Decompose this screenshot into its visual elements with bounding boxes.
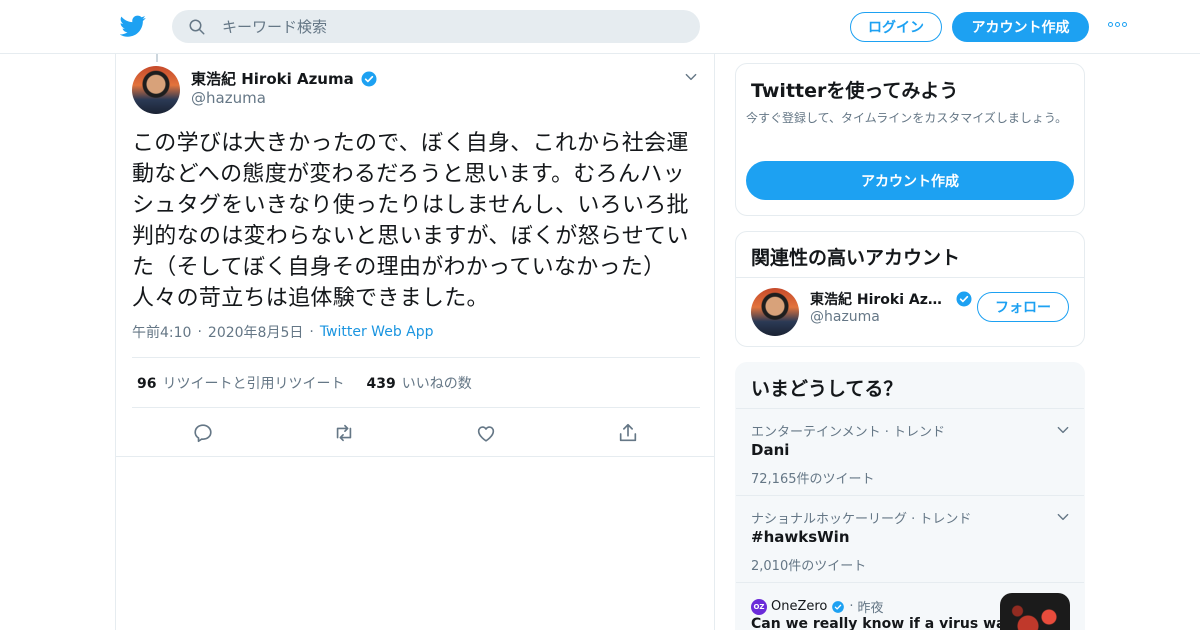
follow-button[interactable]: フォロー [977, 292, 1069, 322]
twitter-bird-icon[interactable] [120, 13, 146, 39]
like-label: いいねの数 [401, 375, 472, 392]
tweet-stats: 96 リツイートと引用リツイート 439 いいねの数 [132, 357, 700, 408]
tweet-action-bar [116, 408, 714, 457]
trends-card: いまどうしてる？ エンターテインメント · トレンド Dani 72,165件の… [735, 362, 1085, 630]
signup-card-title: Twitterを使ってみよう [751, 80, 959, 102]
related-account-handle[interactable]: @hazuma [810, 309, 880, 325]
retweet-label: リツイートと引用リツイート [162, 375, 345, 392]
news-time: 昨夜 [857, 601, 884, 616]
signup-card-subtitle: 今すぐ登録して、タイムラインをカスタマイズしましょう。 [746, 111, 1068, 125]
chevron-down-icon[interactable] [1056, 510, 1070, 524]
retweet-stat[interactable]: 96 リツイートと引用リツイート [137, 373, 344, 393]
meta-separator: · [197, 324, 202, 340]
signup-prompt-card: Twitterを使ってみよう 今すぐ登録して、タイムラインをカスタマイズしましょ… [735, 63, 1085, 216]
signup-card-button[interactable]: アカウント作成 [746, 161, 1074, 200]
tweet-metadata: 午前4:10 · 2020年8月5日 · Twitter Web App [132, 322, 434, 342]
trend-tweet-count: 72,165件のツイート [751, 472, 875, 487]
meta-separator: · [849, 599, 854, 614]
news-source-logo: OZ [751, 598, 767, 615]
retweet-count: 96 [137, 375, 157, 392]
news-source-name: OneZero [771, 599, 828, 614]
like-stat[interactable]: 439 いいねの数 [366, 373, 471, 393]
news-thumbnail [1000, 593, 1070, 630]
tweet-text: この学びは大きかったので、ぼく自身、これから社会運動などへの態度が変わるだろうと… [132, 131, 689, 311]
like-count: 439 [366, 375, 396, 392]
related-accounts-card: 関連性の高いアカウント 東浩紀 Hiroki Azuma @hazuma フォロ… [735, 231, 1085, 347]
related-account-name[interactable]: 東浩紀 Hiroki Azuma [810, 289, 950, 309]
trends-title: いまどうしてる？ [751, 378, 903, 400]
news-headline: Can we really know if a virus was [751, 616, 1014, 630]
tweet-detail-column: 東浩紀 Hiroki Azuma @hazuma この学びは大きかったので、ぼく… [115, 54, 715, 630]
signup-button[interactable]: アカウント作成 [952, 12, 1089, 42]
heart-icon[interactable] [475, 422, 497, 444]
more-options-icon[interactable] [1108, 22, 1127, 27]
chevron-down-icon[interactable] [684, 70, 698, 84]
tweet-source-app[interactable]: Twitter Web App [320, 324, 434, 340]
author-name-row: 東浩紀 Hiroki Azuma [191, 68, 378, 89]
trend-tweet-count: 2,010件のツイート [751, 559, 867, 574]
retweet-icon[interactable] [333, 422, 355, 444]
tweet-time[interactable]: 午前4:10 [132, 322, 191, 342]
trend-item[interactable]: ナショナルホッケーリーグ · トレンド #hawksWin 2,010件のツイー… [736, 495, 1084, 582]
author-handle[interactable]: @hazuma [191, 89, 266, 107]
avatar[interactable] [751, 288, 799, 336]
reply-icon[interactable] [192, 422, 214, 444]
trend-name: #hawksWin [751, 528, 850, 546]
related-accounts-title: 関連性の高いアカウント [751, 247, 961, 269]
verified-badge-icon [361, 71, 377, 86]
search-bar[interactable] [172, 10, 700, 43]
search-input[interactable] [222, 10, 682, 43]
meta-separator: · [309, 324, 314, 340]
top-navigation-bar: ログイン アカウント作成 [0, 0, 1200, 54]
share-icon[interactable] [617, 422, 639, 444]
trend-name: Dani [751, 441, 790, 459]
login-button[interactable]: ログイン [850, 12, 942, 42]
avatar[interactable] [132, 66, 180, 114]
thread-connector-line [156, 54, 158, 62]
tweet-date[interactable]: 2020年8月5日 [208, 322, 303, 342]
news-item[interactable]: OZ OneZero · 昨夜 Can we really know if a … [736, 582, 1084, 630]
trend-context: ナショナルホッケーリーグ · トレンド [751, 512, 972, 527]
news-source-row: OZ OneZero · 昨夜 [751, 597, 884, 616]
author-name[interactable]: 東浩紀 Hiroki Azuma [191, 68, 354, 89]
search-icon [189, 19, 205, 35]
verified-badge-icon [956, 291, 972, 307]
related-account-name-row: 東浩紀 Hiroki Azuma [810, 289, 973, 309]
trend-item[interactable]: エンターテインメント · トレンド Dani 72,165件のツイート [736, 408, 1084, 495]
verified-badge-icon [832, 600, 845, 613]
trend-context: エンターテインメント · トレンド [751, 425, 946, 440]
divider [736, 277, 1084, 278]
chevron-down-icon[interactable] [1056, 423, 1070, 437]
